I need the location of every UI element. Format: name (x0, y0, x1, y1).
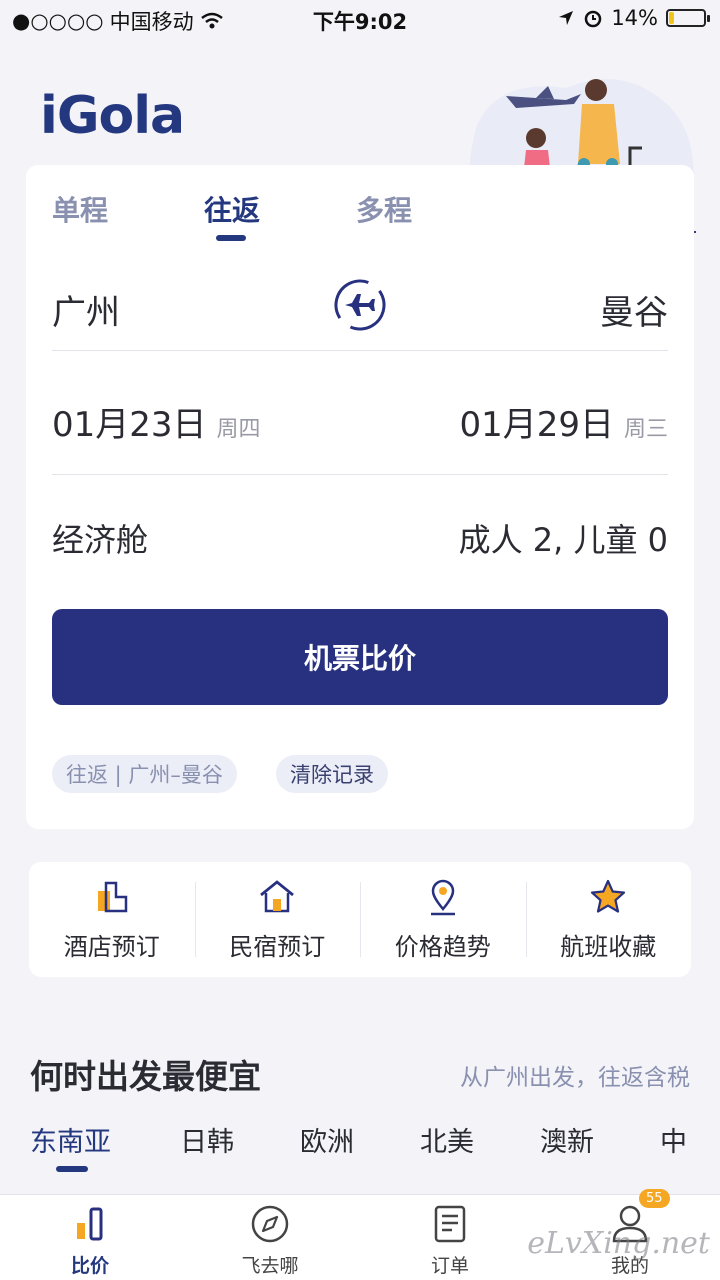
nav-label: 飞去哪 (241, 1255, 299, 1277)
route-row: 广州 曼谷 (52, 277, 668, 351)
app-logo: iGola (40, 86, 185, 146)
nav-explore[interactable]: 飞去哪 (180, 1195, 360, 1280)
nav-label: 订单 (430, 1255, 469, 1277)
homestay-icon (260, 880, 295, 913)
departure-date-text: 01月23日 (52, 405, 207, 445)
region-tab-europe[interactable]: 欧洲 (300, 1120, 354, 1159)
active-tab-indicator (216, 235, 246, 241)
region-tab-north-america[interactable]: 北美 (420, 1120, 474, 1159)
departure-date[interactable]: 01月23日 周四 (52, 397, 261, 446)
clear-history-button[interactable]: 清除记录 (276, 755, 388, 793)
passenger-selector[interactable]: 成人 2, 儿童 0 (459, 515, 668, 561)
trip-type-tabs: 单程 往返 多程 (26, 165, 466, 245)
quick-link-label: 民宿预订 (229, 933, 326, 961)
price-trend-icon (430, 879, 455, 916)
hotel-icon (97, 881, 127, 913)
departure-city[interactable]: 广州 (52, 285, 120, 334)
battery-percent: 14% (611, 6, 658, 30)
return-date[interactable]: 01月29日 周三 (459, 397, 668, 446)
region-tab-japan-korea[interactable]: 日韩 (180, 1120, 234, 1159)
location-arrow-icon (559, 11, 574, 25)
document-icon (434, 1205, 466, 1243)
status-bar: ●○○○○ 中国移动 下午9:02 14% (0, 0, 720, 38)
compare-bars-icon (77, 1207, 103, 1241)
search-flights-button[interactable]: 机票比价 (52, 609, 668, 705)
quick-link-label: 酒店预订 (63, 933, 160, 961)
nav-orders[interactable]: 订单 (360, 1195, 540, 1280)
section-title: 何时出发最便宜 (30, 1057, 261, 1096)
compass-icon (251, 1205, 289, 1243)
nav-compare[interactable]: 比价 (0, 1195, 180, 1280)
battery-icon (666, 9, 710, 27)
tab-round-trip[interactable]: 往返 (204, 189, 260, 229)
flight-search-card: 单程 往返 多程 广州 曼谷 01月23日 周四 01月29日 周三 经济舱 成人 … (26, 165, 694, 829)
departure-weekday: 周四 (216, 417, 261, 442)
quick-link-favorites[interactable]: 航班收藏 (525, 862, 692, 977)
recent-search-chip[interactable]: 往返 | 广州–曼谷 (52, 755, 237, 793)
tab-one-way[interactable]: 单程 (52, 189, 108, 229)
swap-cities-icon[interactable] (332, 277, 388, 333)
tab-multi-city[interactable]: 多程 (356, 189, 412, 229)
favorite-star-icon (591, 879, 626, 913)
region-tab-china[interactable]: 中 (660, 1120, 687, 1159)
nav-label: 比价 (70, 1255, 109, 1277)
cabin-class-selector[interactable]: 经济舱 (52, 515, 148, 561)
region-tabs: 东南亚 日韩 欧洲 北美 澳新 中 (30, 1120, 690, 1180)
return-date-text: 01月29日 (459, 405, 614, 445)
return-weekday: 周三 (623, 417, 668, 442)
dates-row: 01月23日 周四 01月29日 周三 (52, 351, 668, 475)
quick-link-label: 价格趋势 (394, 933, 491, 961)
cabin-passenger-row: 经济舱 成人 2, 儿童 0 (52, 475, 668, 595)
arrival-city[interactable]: 曼谷 (600, 285, 668, 334)
quick-link-hotel[interactable]: 酒店预订 (29, 862, 195, 977)
watermark: eLvXing.net (527, 1226, 710, 1261)
region-tab-southeast-asia[interactable]: 东南亚 (30, 1120, 111, 1159)
battery-level (669, 12, 674, 24)
alarm-icon (585, 10, 602, 28)
quick-link-price-trend[interactable]: 价格趋势 (360, 862, 526, 977)
status-right: 14% (557, 6, 710, 30)
region-tab-australia-nz[interactable]: 澳新 (540, 1120, 594, 1159)
quick-link-label: 航班收藏 (560, 933, 657, 961)
quick-link-homestay[interactable]: 民宿预订 (194, 862, 361, 977)
notification-badge: 55 (639, 1189, 670, 1208)
quick-links: 酒店预订 民宿预订 价格趋势 航班收藏 (29, 862, 691, 977)
active-region-indicator (56, 1166, 88, 1172)
section-subtitle: 从广州出发，往返含税 (460, 1065, 690, 1091)
